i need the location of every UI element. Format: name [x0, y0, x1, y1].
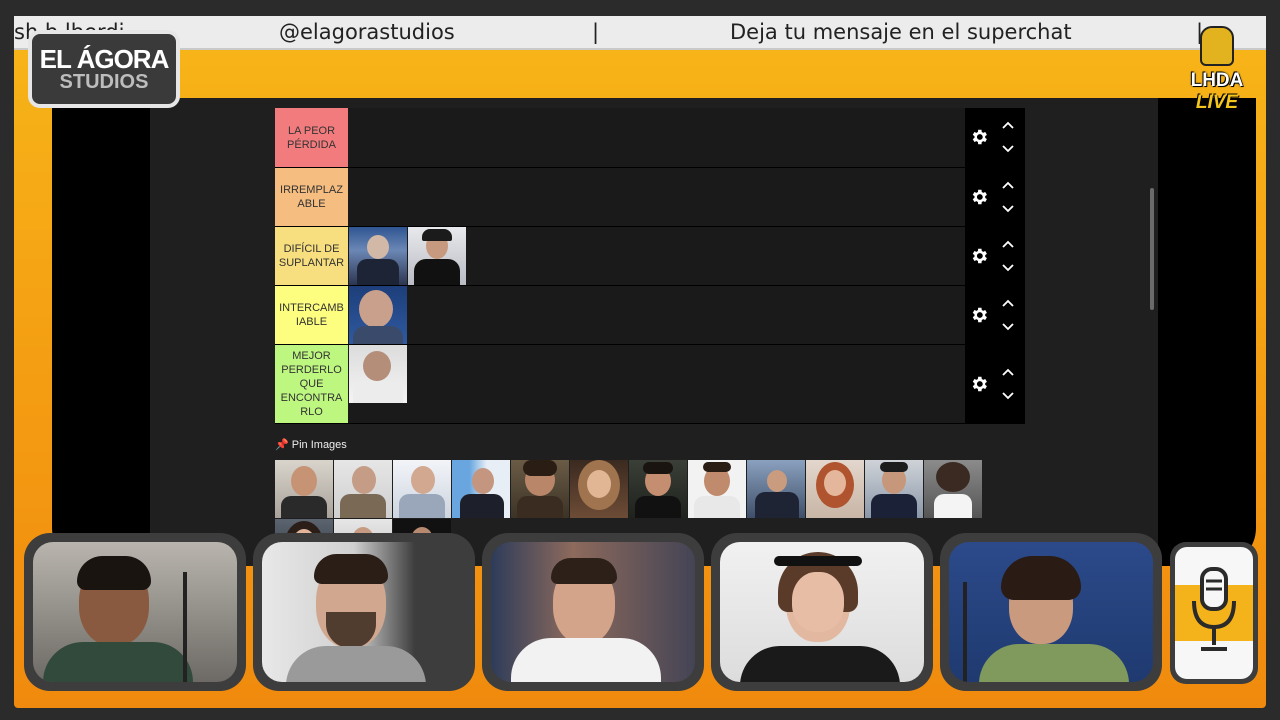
gear-icon[interactable]: [969, 374, 989, 394]
tier-items[interactable]: [349, 227, 965, 285]
gear-icon[interactable]: [969, 305, 989, 325]
pool-photo[interactable]: [629, 460, 687, 518]
pin-images-heading: 📌 Pin Images: [275, 439, 347, 451]
tier-label[interactable]: IRREMPLAZ ABLE: [275, 168, 348, 226]
gear-icon[interactable]: [969, 187, 989, 207]
tier-label[interactable]: INTERCAMB IABLE: [275, 286, 348, 344]
pool-photo[interactable]: [747, 460, 805, 518]
tier-row-dificil-de-suplantar: DIFÍCIL DE SUPLANTAR: [275, 227, 1025, 286]
chevron-up-icon[interactable]: [1002, 299, 1014, 307]
tier-controls: [965, 168, 1025, 226]
gear-icon[interactable]: [969, 127, 989, 147]
stream-frame: LA PEOR PÉRDIDA IRREMPLAZ ABLE DIFÍCIL D…: [14, 46, 1266, 708]
tier-items[interactable]: [349, 345, 965, 423]
microphone-icon: [1200, 26, 1234, 66]
ranked-photo[interactable]: [408, 227, 466, 285]
chevron-down-icon[interactable]: [1002, 145, 1014, 153]
pool-photo[interactable]: [924, 460, 982, 518]
tier-controls: [965, 345, 1025, 423]
tier-row-irremplazable: IRREMPLAZ ABLE: [275, 168, 1025, 227]
pool-photo[interactable]: [511, 460, 569, 518]
tier-label[interactable]: MEJOR PERDERLO QUE ENCONTRA RLO: [275, 345, 348, 423]
ranked-photo[interactable]: [349, 227, 407, 285]
ticker-handle: @elagorastudios: [279, 20, 455, 44]
webcam-host-3: [482, 533, 704, 691]
el-agora-logo: EL ÁGORA STUDIOS: [28, 30, 180, 108]
webcam-host-4: [711, 533, 933, 691]
chevron-up-icon[interactable]: [1002, 181, 1014, 189]
chevron-up-icon[interactable]: [1002, 368, 1014, 376]
tier-controls: [965, 227, 1025, 285]
webcam-host-5: [940, 533, 1162, 691]
ranked-photo[interactable]: [349, 345, 407, 403]
webcam-host-1: [24, 533, 246, 691]
tier-controls: [965, 286, 1025, 344]
tier-items[interactable]: [349, 168, 965, 226]
ticker-separator: |: [592, 20, 600, 44]
tier-row-la-peor-perdida: LA PEOR PÉRDIDA: [275, 108, 1025, 168]
ticker-bar: sh b lberdi - @elagorastudios | Deja tu …: [14, 16, 1266, 50]
pool-photo[interactable]: [334, 460, 392, 518]
pool-photo[interactable]: [688, 460, 746, 518]
microphone-badge: [1170, 542, 1258, 684]
tier-items[interactable]: [349, 108, 965, 167]
pin-icon: 📌: [275, 439, 289, 451]
tier-items[interactable]: [349, 286, 965, 344]
ranked-photo[interactable]: [349, 286, 407, 344]
tier-row-mejor-perderlo: MEJOR PERDERLO QUE ENCONTRA RLO: [275, 345, 1025, 424]
chevron-up-icon[interactable]: [1002, 240, 1014, 248]
chevron-down-icon[interactable]: [1002, 264, 1014, 272]
gear-icon[interactable]: [969, 246, 989, 266]
chevron-down-icon[interactable]: [1002, 323, 1014, 331]
page-scrollbar[interactable]: [1150, 188, 1154, 310]
pool-photo[interactable]: [275, 460, 333, 518]
webcam-host-2: [253, 533, 475, 691]
logo-text: LIVE: [1195, 92, 1239, 113]
microphone-icon: [1192, 567, 1236, 651]
logo-text: LHDA: [1190, 70, 1244, 91]
tier-label[interactable]: DIFÍCIL DE SUPLANTAR: [275, 227, 348, 285]
shared-screen: LA PEOR PÉRDIDA IRREMPLAZ ABLE DIFÍCIL D…: [52, 98, 1256, 566]
pool-photo[interactable]: [452, 460, 510, 518]
lhda-live-logo: LHDA LIVE: [1178, 26, 1256, 126]
ticker-message: Deja tu mensaje en el superchat: [730, 20, 1072, 44]
chevron-up-icon[interactable]: [1002, 121, 1014, 129]
tier-controls: [965, 108, 1025, 167]
tier-row-intercambiable: INTERCAMB IABLE: [275, 286, 1025, 345]
pool-photo[interactable]: [570, 460, 628, 518]
pool-photo[interactable]: [393, 460, 451, 518]
pool-photo[interactable]: [806, 460, 864, 518]
pool-photo[interactable]: [865, 460, 923, 518]
tier-list-page: LA PEOR PÉRDIDA IRREMPLAZ ABLE DIFÍCIL D…: [150, 98, 1158, 566]
chevron-down-icon[interactable]: [1002, 205, 1014, 213]
chevron-down-icon[interactable]: [1002, 392, 1014, 400]
tier-label[interactable]: LA PEOR PÉRDIDA: [275, 108, 348, 167]
